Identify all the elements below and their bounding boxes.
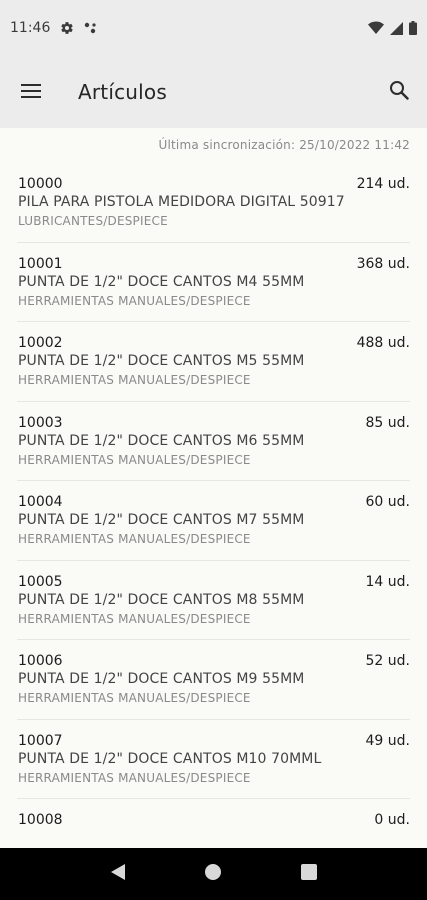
item-code: 10001 bbox=[18, 255, 63, 272]
item-code: 10003 bbox=[18, 414, 63, 431]
item-quantity: 85 ud. bbox=[365, 414, 410, 431]
list-item[interactable]: 10001 368 ud. PUNTA DE 1/2" DOCE CANTOS … bbox=[17, 243, 410, 322]
item-description: PUNTA DE 1/2" DOCE CANTOS M8 55MM bbox=[18, 591, 305, 608]
list-item[interactable]: 10002 488 ud. PUNTA DE 1/2" DOCE CANTOS … bbox=[17, 322, 410, 402]
item-quantity: 49 ud. bbox=[365, 732, 410, 749]
last-sync-label: Última sincronización: 25/10/2022 11:42 bbox=[158, 138, 410, 152]
item-code: 10007 bbox=[18, 732, 63, 749]
item-description: PUNTA DE 1/2" DOCE CANTOS M10 70MML bbox=[18, 750, 322, 767]
hamburger-menu-icon bbox=[21, 83, 41, 102]
item-description: PILA PARA PISTOLA MEDIDORA DIGITAL 50917 bbox=[18, 194, 345, 210]
home-circle-icon bbox=[205, 864, 222, 884]
articles-list[interactable]: 10000 214 ud. PILA PARA PISTOLA MEDIDORA… bbox=[0, 163, 427, 848]
nav-recents-button[interactable] bbox=[289, 854, 329, 894]
item-code: 10004 bbox=[18, 494, 63, 510]
item-code: 10000 bbox=[18, 176, 63, 192]
list-item[interactable]: 10000 214 ud. PILA PARA PISTOLA MEDIDORA… bbox=[17, 163, 410, 243]
item-quantity: 14 ud. bbox=[365, 573, 410, 590]
list-item[interactable]: 10004 60 ud. PUNTA DE 1/2" DOCE CANTOS M… bbox=[17, 481, 410, 561]
signal-dots-icon bbox=[84, 21, 98, 35]
item-category: HERRAMIENTAS MANUALES/DESPIECE bbox=[18, 293, 251, 308]
list-item[interactable]: 10003 85 ud. PUNTA DE 1/2" DOCE CANTOS M… bbox=[17, 402, 410, 481]
system-nav-bar bbox=[0, 848, 427, 900]
status-time: 11:46 bbox=[10, 20, 51, 36]
menu-button[interactable] bbox=[0, 56, 62, 128]
status-bar: 11:46 bbox=[0, 0, 427, 56]
list-item[interactable]: 10005 14 ud. PUNTA DE 1/2" DOCE CANTOS M… bbox=[17, 561, 410, 640]
item-category: HERRAMIENTAS MANUALES/DESPIECE bbox=[18, 691, 251, 705]
item-code: 10006 bbox=[18, 653, 63, 669]
battery-icon bbox=[409, 21, 417, 35]
item-quantity: 488 ud. bbox=[356, 335, 410, 351]
settings-icon bbox=[60, 21, 74, 35]
list-item[interactable]: 10006 52 ud. PUNTA DE 1/2" DOCE CANTOS M… bbox=[17, 640, 410, 720]
cell-signal-icon bbox=[390, 21, 403, 35]
item-description: PUNTA DE 1/2" DOCE CANTOS M9 55MM bbox=[18, 671, 305, 687]
list-item[interactable]: 10007 49 ud. PUNTA DE 1/2" DOCE CANTOS M… bbox=[17, 720, 410, 799]
item-description: PUNTA DE 1/2" DOCE CANTOS M7 55MM bbox=[18, 512, 305, 528]
app-bar: Artículos bbox=[0, 56, 427, 128]
item-quantity: 0 ud. bbox=[374, 812, 410, 828]
item-description: PUNTA DE 1/2" DOCE CANTOS M4 55MM bbox=[18, 273, 305, 290]
item-description: PUNTA DE 1/2" DOCE CANTOS M5 55MM bbox=[18, 353, 305, 369]
item-category: HERRAMIENTAS MANUALES/DESPIECE bbox=[18, 770, 251, 785]
recents-square-icon bbox=[301, 864, 318, 884]
nav-home-button[interactable] bbox=[193, 854, 233, 894]
item-code: 10008 bbox=[18, 812, 63, 828]
search-icon bbox=[389, 80, 409, 104]
item-category: HERRAMIENTAS MANUALES/DESPIECE bbox=[18, 373, 251, 387]
item-quantity: 60 ud. bbox=[365, 494, 410, 510]
page-title: Artículos bbox=[78, 80, 167, 104]
list-item[interactable]: 10008 0 ud. bbox=[17, 799, 410, 848]
item-category: HERRAMIENTAS MANUALES/DESPIECE bbox=[18, 532, 251, 546]
item-quantity: 52 ud. bbox=[365, 653, 410, 669]
item-category: HERRAMIENTAS MANUALES/DESPIECE bbox=[18, 452, 251, 467]
nav-back-button[interactable] bbox=[98, 854, 138, 894]
item-quantity: 214 ud. bbox=[356, 176, 410, 192]
item-category: LUBRICANTES/DESPIECE bbox=[18, 214, 168, 228]
item-code: 10005 bbox=[18, 573, 63, 590]
search-button[interactable] bbox=[371, 56, 427, 128]
item-code: 10002 bbox=[18, 335, 63, 351]
wifi-icon bbox=[368, 21, 384, 35]
item-category: HERRAMIENTAS MANUALES/DESPIECE bbox=[18, 611, 251, 626]
item-quantity: 368 ud. bbox=[356, 255, 410, 272]
back-triangle-icon bbox=[110, 863, 126, 885]
item-description: PUNTA DE 1/2" DOCE CANTOS M6 55MM bbox=[18, 432, 305, 449]
